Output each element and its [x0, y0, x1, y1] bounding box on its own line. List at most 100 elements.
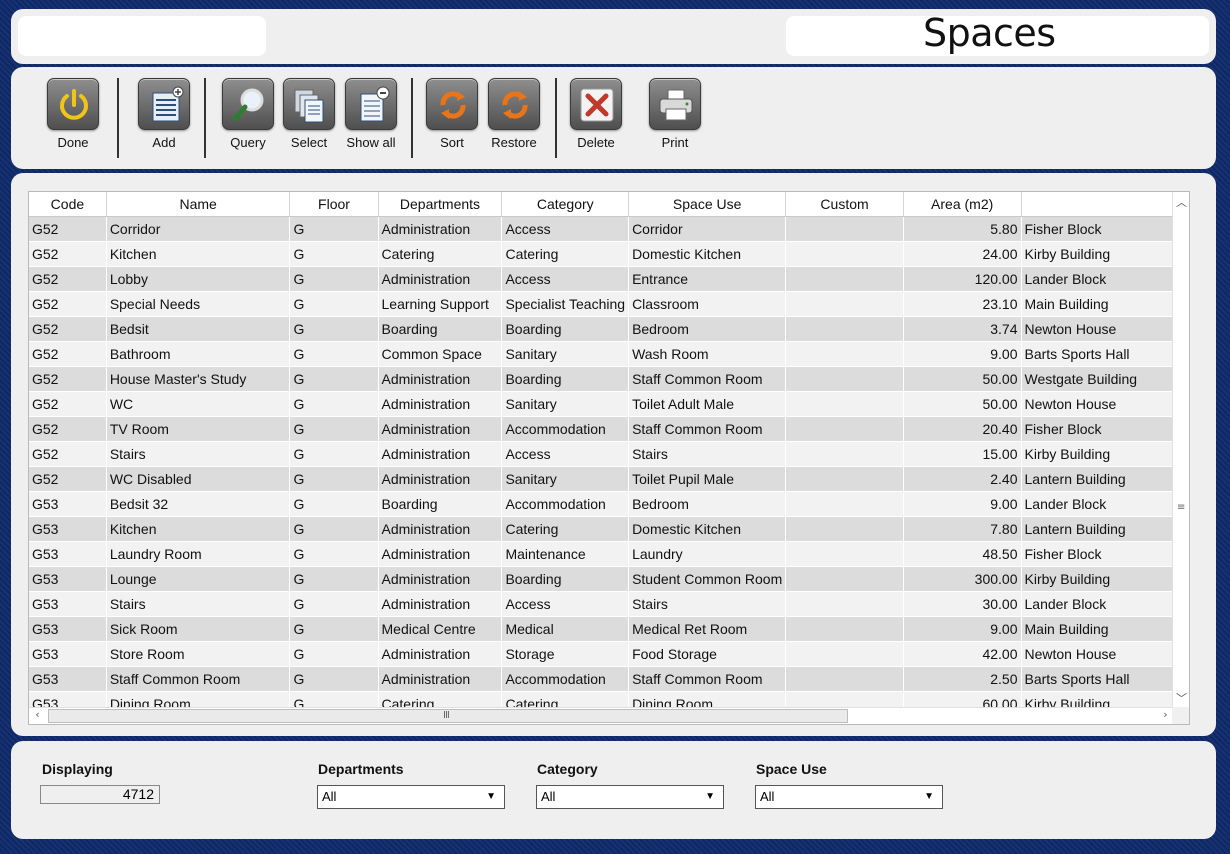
table-row[interactable]: G53 Staff Common Room G Administration Accom…: [29, 666, 1174, 692]
table-cell: Domestic Kitchen: [628, 241, 787, 267]
table-cell: Newton House: [1021, 391, 1174, 417]
table-cell: Medical: [501, 616, 630, 642]
show-all-button[interactable]: Show all: [341, 78, 401, 150]
table-row[interactable]: G52 TV Room G Administration Accommodation St…: [29, 416, 1174, 442]
table-row[interactable]: G52 WC G Administration Sanitary Toilet Adult…: [29, 391, 1174, 417]
table-cell: Lantern Building: [1021, 466, 1174, 492]
column-header[interactable]: [1021, 192, 1174, 217]
table-cell: [785, 241, 904, 267]
select-button[interactable]: Select: [279, 78, 339, 150]
table-cell: G53: [29, 516, 107, 542]
restore-label: Restore: [491, 135, 537, 150]
column-header[interactable]: Code: [29, 192, 107, 217]
horizontal-scroll-thumb[interactable]: Ⅲ: [48, 709, 848, 723]
table-cell: TV Room: [106, 416, 291, 442]
table-cell: [785, 291, 904, 317]
scroll-down-icon[interactable]: ﹀: [1173, 690, 1190, 706]
table-cell: Lobby: [106, 266, 291, 292]
table-cell: G: [289, 266, 379, 292]
table-row[interactable]: G52 Kitchen G Catering Catering Domestic Kitc…: [29, 241, 1174, 267]
table-row[interactable]: G53 Laundry Room G Administration Maintenanc…: [29, 541, 1174, 567]
table-cell: Accommodation: [501, 416, 630, 442]
table-cell: Corridor: [106, 216, 291, 242]
table-row[interactable]: G52 Bathroom G Common Space Sanitary Wash Roo…: [29, 341, 1174, 367]
table-cell: 9.00: [903, 341, 1022, 367]
add-button[interactable]: Add: [134, 78, 194, 150]
table-row[interactable]: G53 Lounge G Administration Boarding Student …: [29, 566, 1174, 592]
table-row[interactable]: G53 Sick Room G Medical Centre Medical Medica…: [29, 616, 1174, 642]
table-row[interactable]: G53 Stairs G Administration Access Stairs 30.0…: [29, 591, 1174, 617]
restore-button[interactable]: Restore: [484, 78, 544, 150]
space-use-label: Space Use: [756, 761, 827, 777]
table-cell: Special Needs: [106, 291, 291, 317]
table-cell: Bedroom: [628, 316, 787, 342]
category-label: Category: [537, 761, 598, 777]
table-cell: Lander Block: [1021, 491, 1174, 517]
scroll-left-icon[interactable]: ‹: [29, 708, 46, 721]
column-header[interactable]: Departments: [378, 192, 503, 217]
scroll-grip-icon[interactable]: ≡: [1177, 502, 1185, 513]
table-cell: Newton House: [1021, 641, 1174, 667]
departments-select[interactable]: All ▼: [317, 785, 505, 809]
table-cell: Laundry Room: [106, 541, 291, 567]
restore-arrows-icon: [488, 78, 540, 130]
table-cell: Kirby Building: [1021, 441, 1174, 467]
vertical-scrollbar[interactable]: ︿ ≡ ﹀: [1172, 192, 1189, 708]
displaying-count: 4712: [40, 785, 160, 804]
show-all-icon: [345, 78, 397, 130]
delete-button[interactable]: Delete: [566, 78, 626, 150]
sort-label: Sort: [440, 135, 464, 150]
toolbar-divider: [411, 78, 413, 158]
table-cell: Catering: [501, 241, 630, 267]
column-header[interactable]: Area (m2): [903, 192, 1022, 217]
query-button[interactable]: Query: [218, 78, 278, 150]
table-cell: [785, 616, 904, 642]
table-cell: Toilet Adult Male: [628, 391, 787, 417]
done-button[interactable]: Done: [43, 78, 103, 150]
table-cell: 7.80: [903, 516, 1022, 542]
table-cell: Kirby Building: [1021, 241, 1174, 267]
toolbar-divider: [117, 78, 119, 158]
table-cell: Administration: [378, 441, 503, 467]
horizontal-scrollbar[interactable]: ‹ Ⅲ ›: [29, 707, 1174, 724]
delete-x-icon: [570, 78, 622, 130]
table-cell: Storage: [501, 641, 630, 667]
departments-value: All: [322, 789, 337, 804]
table-cell: Access: [501, 216, 630, 242]
table-cell: Administration: [378, 566, 503, 592]
scroll-corner: [1172, 707, 1189, 724]
table-row[interactable]: G53 Bedsit 32 G Boarding Accommodation Bedroo…: [29, 491, 1174, 517]
table-cell: Classroom: [628, 291, 787, 317]
table-cell: G52: [29, 391, 107, 417]
table-cell: Fisher Block: [1021, 416, 1174, 442]
table-row[interactable]: G52 Special Needs G Learning Support Special…: [29, 291, 1174, 317]
table-row[interactable]: G53 Store Room G Administration Storage Food …: [29, 641, 1174, 667]
space-use-select[interactable]: All ▼: [755, 785, 943, 809]
spaces-grid[interactable]: Code Name Floor Departments Category Space Us…: [28, 191, 1190, 725]
column-header[interactable]: Space Use: [628, 192, 787, 217]
table-cell: Administration: [378, 591, 503, 617]
column-header[interactable]: Custom: [785, 192, 904, 217]
table-row[interactable]: G52 Stairs G Administration Access Stairs 15.0…: [29, 441, 1174, 467]
table-cell: G52: [29, 241, 107, 267]
table-cell: G52: [29, 266, 107, 292]
table-row[interactable]: G52 Lobby G Administration Access Entrance 120…: [29, 266, 1174, 292]
table-row[interactable]: G52 House Master's Study G Administration Bo…: [29, 366, 1174, 392]
sort-button[interactable]: Sort: [422, 78, 482, 150]
table-row[interactable]: G53 Dining Room G Catering Catering Dining Ro…: [29, 691, 1174, 708]
table-row[interactable]: G53 Kitchen G Administration Catering Domesti…: [29, 516, 1174, 542]
print-button[interactable]: Print: [645, 78, 705, 150]
table-cell: 300.00: [903, 566, 1022, 592]
table-cell: 50.00: [903, 391, 1022, 417]
category-select[interactable]: All ▼: [536, 785, 724, 809]
table-row[interactable]: G52 Bedsit G Boarding Boarding Bedroom 3.74 New…: [29, 316, 1174, 342]
column-header[interactable]: Floor: [289, 192, 379, 217]
column-header[interactable]: Category: [501, 192, 630, 217]
scroll-up-icon[interactable]: ︿: [1173, 194, 1190, 210]
table-cell: Fisher Block: [1021, 541, 1174, 567]
column-header[interactable]: Name: [106, 192, 291, 217]
scroll-grip-icon: Ⅲ: [443, 710, 450, 721]
table-row[interactable]: G52 WC Disabled G Administration Sanitary Toi…: [29, 466, 1174, 492]
table-row[interactable]: G52 Corridor G Administration Access Corridor…: [29, 216, 1174, 242]
table-cell: Bedroom: [628, 491, 787, 517]
